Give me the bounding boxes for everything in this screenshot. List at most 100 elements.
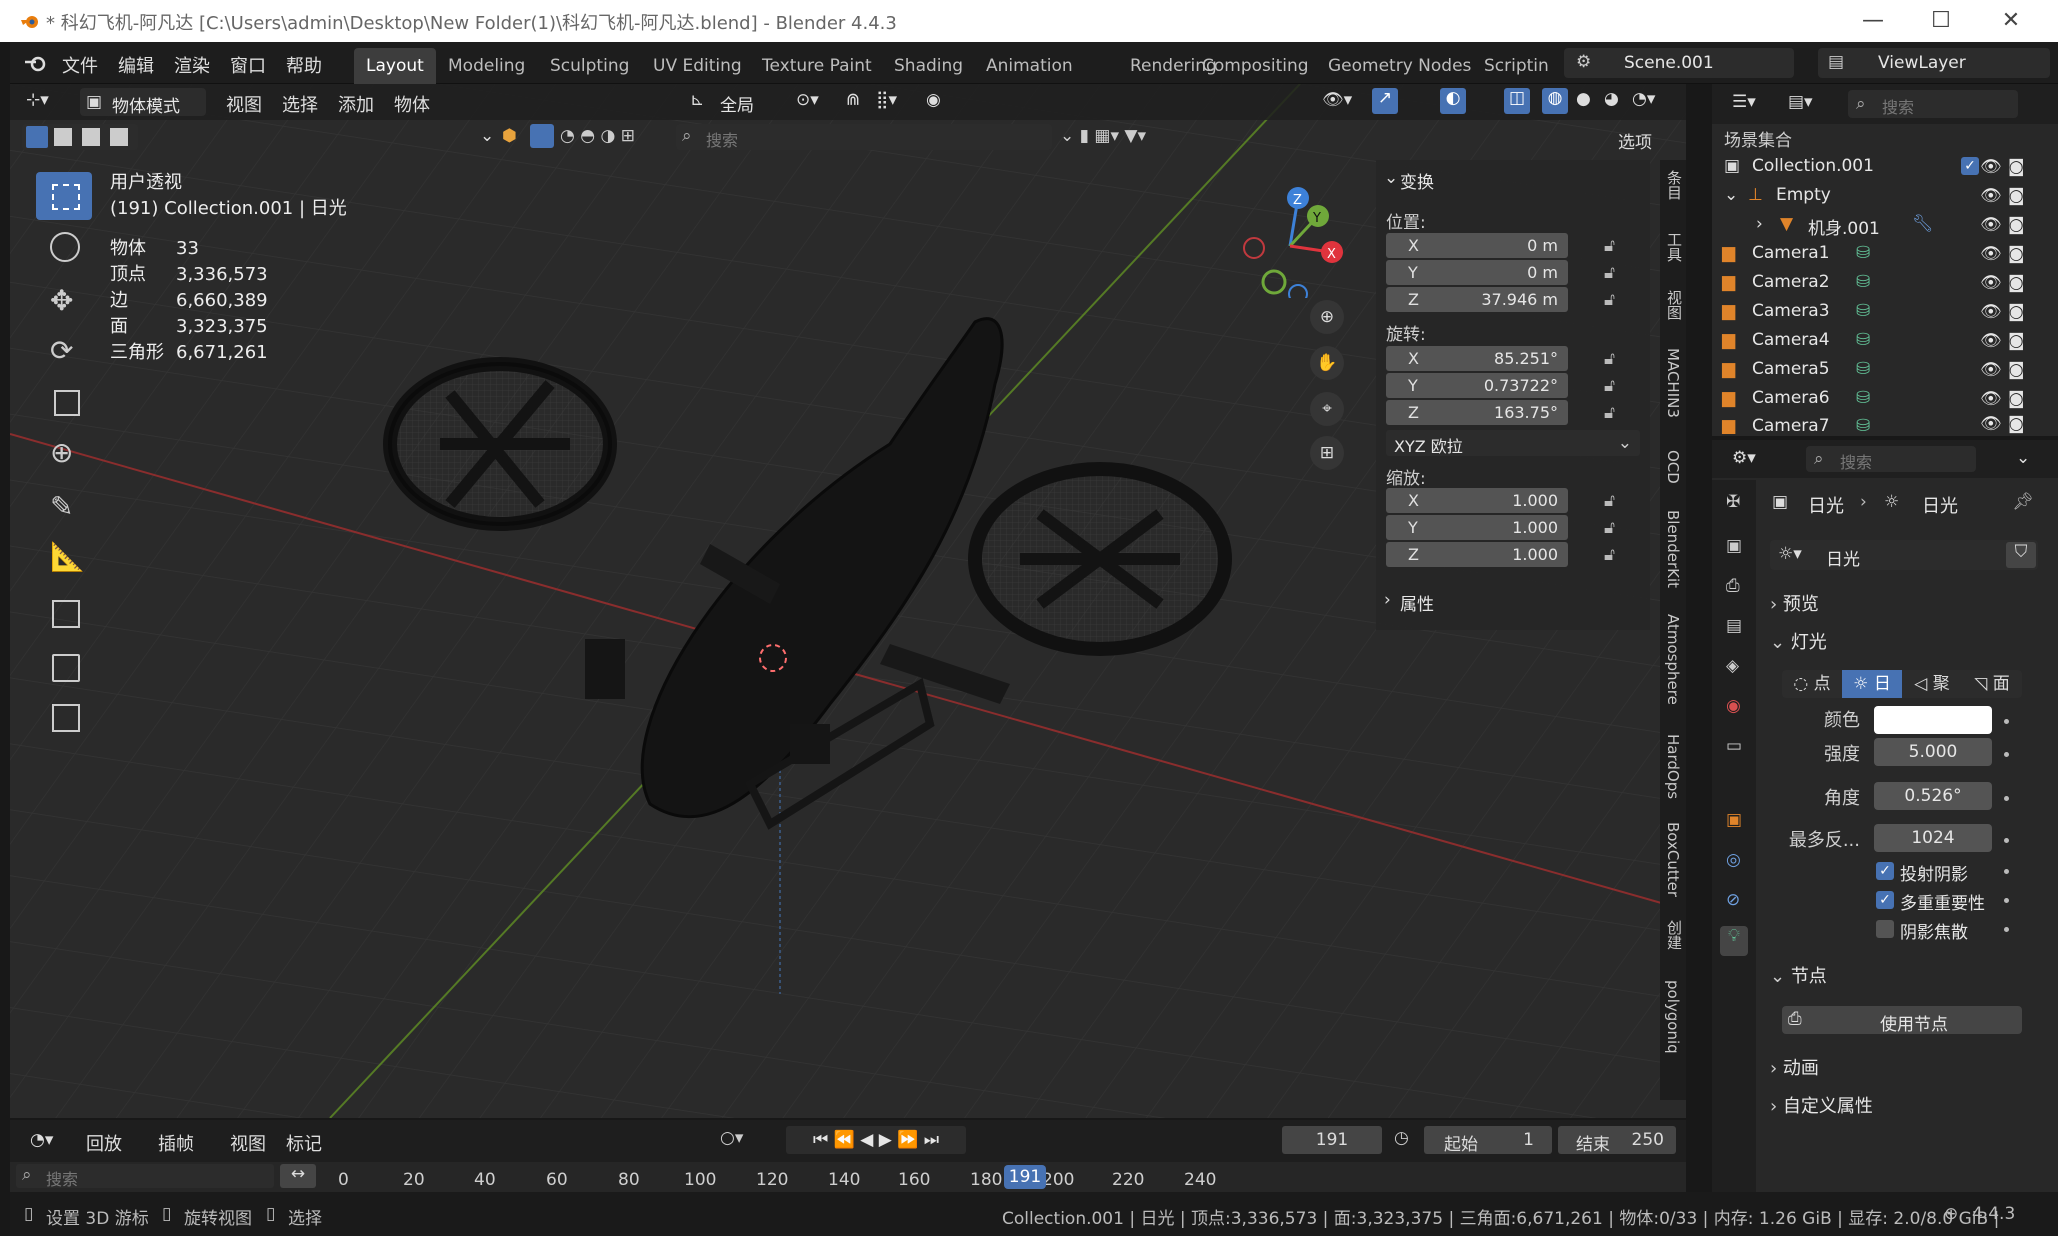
start-frame-field[interactable]: 起始 1	[1424, 1126, 1552, 1155]
transform-chevron-icon[interactable]: ⌄	[1384, 168, 1398, 188]
render-camera-icon[interactable]: ◙	[2008, 273, 2025, 293]
collection-color-icon[interactable]: ⬢	[502, 126, 517, 146]
light-type-spot[interactable]: ◁ 聚	[1902, 670, 1962, 698]
lock-scale-z-icon[interactable]: 🔓︎	[1604, 545, 1615, 565]
visibility-eye-icon[interactable]: 👁︎	[1980, 186, 2002, 206]
timeline-playback-menu[interactable]: 回放	[86, 1130, 122, 1156]
outliner-row-camera[interactable]: ▆ Camera5 ⛁	[1712, 355, 2058, 384]
multiple-importance-checkbox[interactable]: ✓	[1876, 891, 1894, 909]
lock-location-z-icon[interactable]: 🔓︎	[1604, 290, 1615, 310]
use-nodes-button[interactable]: ⎙ 使用节点	[1782, 1006, 2022, 1035]
mode-selector[interactable]: ▣ 物体模式	[80, 88, 206, 117]
menu-help[interactable]: 帮助	[286, 52, 322, 78]
lock-rotation-z-icon[interactable]: 🔓︎	[1604, 403, 1615, 423]
end-frame-field[interactable]: 结束 250	[1558, 1126, 1676, 1155]
lock-location-x-icon[interactable]: 🔓︎	[1604, 236, 1615, 256]
tab-compositing[interactable]: Compositing	[1202, 56, 1309, 76]
viewport-menu-object[interactable]: 物体	[394, 91, 430, 117]
light-type-sun[interactable]: ☼ 日	[1842, 670, 1902, 698]
render-camera-icon[interactable]: ◙	[2008, 414, 2025, 434]
color-swatch[interactable]	[1874, 706, 1992, 734]
side-tab-atmosphere[interactable]: Atmosphere	[1664, 614, 1682, 705]
outliner-row-camera[interactable]: ▆ Camera6 ⛁	[1712, 384, 2058, 413]
outliner-row-collection[interactable]: ▣ Collection.001 ✓	[1712, 152, 2058, 181]
scale-z-field[interactable]: Z 1.000	[1386, 542, 1568, 567]
transform-orientation-icon[interactable]: ⊾	[690, 90, 704, 110]
tool-rotate[interactable]: ⟳	[36, 328, 92, 376]
rotation-y-field[interactable]: Y 0.73722°	[1386, 373, 1568, 398]
keyframe-dot[interactable]	[2004, 719, 2009, 724]
view-layer-tab-icon[interactable]: ▤	[1726, 616, 1742, 636]
overlay-toggle-icon[interactable]: ◐	[1440, 88, 1466, 114]
zoom-icon[interactable]: ⊕	[1310, 300, 1344, 334]
select-new-icon[interactable]	[26, 126, 48, 148]
strength-field[interactable]: 5.000	[1874, 738, 1992, 766]
visibility-eye-icon[interactable]: 👁︎	[1980, 302, 2002, 322]
visibility-icon[interactable]: 👁▾	[1322, 90, 1352, 110]
expand-chevron-icon[interactable]: ⌄	[1724, 185, 1738, 205]
tool-annotate[interactable]: ✎	[36, 484, 92, 532]
tab-scripting[interactable]: Scriptin	[1484, 56, 1549, 76]
side-tab-create[interactable]: 创建	[1664, 920, 1685, 950]
light-datablock-selector[interactable]: ☼▾ 日光 ⛉	[1770, 540, 2038, 570]
scale-x-field[interactable]: X 1.000	[1386, 488, 1568, 513]
visibility-eye-icon[interactable]: 👁︎	[1980, 215, 2002, 235]
section-preview[interactable]: › 预览	[1770, 590, 2030, 622]
timeline-editor-icon[interactable]: ◔▾	[30, 1130, 53, 1150]
physics-tab-icon[interactable]: ◎	[1726, 850, 1741, 870]
chevron-down-icon[interactable]: ⌄	[2016, 448, 2030, 468]
location-x-field[interactable]: X 0 m	[1386, 233, 1568, 258]
lock-rotation-y-icon[interactable]: 🔓︎	[1604, 376, 1615, 396]
snap-target-icon[interactable]: ⣿▾	[876, 90, 897, 110]
timeline-swap-icon[interactable]: ↔	[280, 1164, 316, 1188]
section-light[interactable]: ⌄ 灯光	[1770, 628, 2030, 660]
tab-layout[interactable]: Layout	[354, 48, 436, 84]
select-intersect-icon[interactable]	[110, 128, 128, 146]
tool-move[interactable]: ✥	[36, 278, 92, 326]
shadow-caustics-checkbox[interactable]	[1876, 920, 1894, 938]
tool-extra-2[interactable]	[36, 694, 92, 742]
outliner-editor-icon[interactable]: ☰▾	[1732, 92, 1756, 112]
visibility-eye-icon[interactable]: 👁︎	[1980, 389, 2002, 409]
viewport-menu-add[interactable]: 添加	[338, 91, 374, 117]
tab-modeling[interactable]: Modeling	[448, 56, 525, 76]
lock-rotation-x-icon[interactable]: 🔓︎	[1604, 349, 1615, 369]
proportional-edit-icon[interactable]: ◉	[926, 90, 941, 110]
constraints-tab-icon[interactable]: ⊘	[1726, 890, 1740, 910]
outliner-display-mode-icon[interactable]: ▤▾	[1788, 92, 1813, 112]
rotation-mode-dropdown[interactable]: XYZ 欧拉 ⌄	[1386, 430, 1640, 456]
navigation-gizmo[interactable]: Z Y X	[1220, 178, 1350, 298]
keyframe-dot[interactable]	[2004, 869, 2009, 874]
tool-measure[interactable]: 📐	[36, 534, 92, 582]
render-camera-icon[interactable]: ◙	[2008, 302, 2025, 322]
outliner-row-camera[interactable]: ▆ Camera2 ⛁	[1712, 268, 2058, 297]
outliner-search[interactable]: ⌕ 搜索	[1848, 90, 2018, 118]
render-tab-icon[interactable]: ▣	[1726, 536, 1742, 556]
timeline-search[interactable]: ⌕ 搜索	[16, 1164, 274, 1189]
render-camera-icon[interactable]: ◙	[2008, 186, 2025, 206]
auto-keying-icon[interactable]: ○▾	[720, 1128, 743, 1148]
side-tab-tool[interactable]: 工具	[1664, 232, 1685, 262]
location-z-field[interactable]: Z 37.946 m	[1386, 287, 1568, 312]
visibility-eye-icon[interactable]: 👁︎	[1980, 414, 2002, 434]
render-camera-icon[interactable]: ◙	[2008, 157, 2025, 177]
tool-tab-icon[interactable]: ✠	[1726, 492, 1740, 512]
keyframe-dot[interactable]	[2004, 898, 2009, 903]
tool-cursor[interactable]	[36, 222, 92, 270]
visibility-eye-icon[interactable]: 👁︎	[1980, 157, 2002, 177]
fake-user-shield-icon[interactable]: ⛉	[2006, 542, 2036, 568]
location-y-field[interactable]: Y 0 m	[1386, 260, 1568, 285]
filter-icons[interactable]: ⌄ ▮ ▦▾ ▼▾	[1060, 126, 1146, 146]
current-frame-field[interactable]: 191	[1282, 1126, 1382, 1154]
outliner-row-camera[interactable]: ▆ Camera1 ⛁	[1712, 239, 2058, 268]
section-nodes[interactable]: ⌄ 节点	[1770, 962, 2030, 994]
output-tab-icon[interactable]: ⎙	[1726, 576, 1740, 596]
keyframe-dot[interactable]	[2004, 752, 2009, 757]
cast-shadow-checkbox[interactable]: ✓	[1876, 862, 1894, 880]
properties-search[interactable]: ⌕ 搜索	[1806, 446, 1976, 472]
side-tab-hardops[interactable]: HardOps	[1664, 734, 1682, 799]
viewport-search[interactable]: ⌕ 搜索	[676, 124, 1052, 150]
viewport-menu-view[interactable]: 视图	[226, 91, 262, 117]
render-camera-icon[interactable]: ◙	[2008, 331, 2025, 351]
collection-include-checkbox[interactable]: ✓	[1961, 157, 1979, 175]
